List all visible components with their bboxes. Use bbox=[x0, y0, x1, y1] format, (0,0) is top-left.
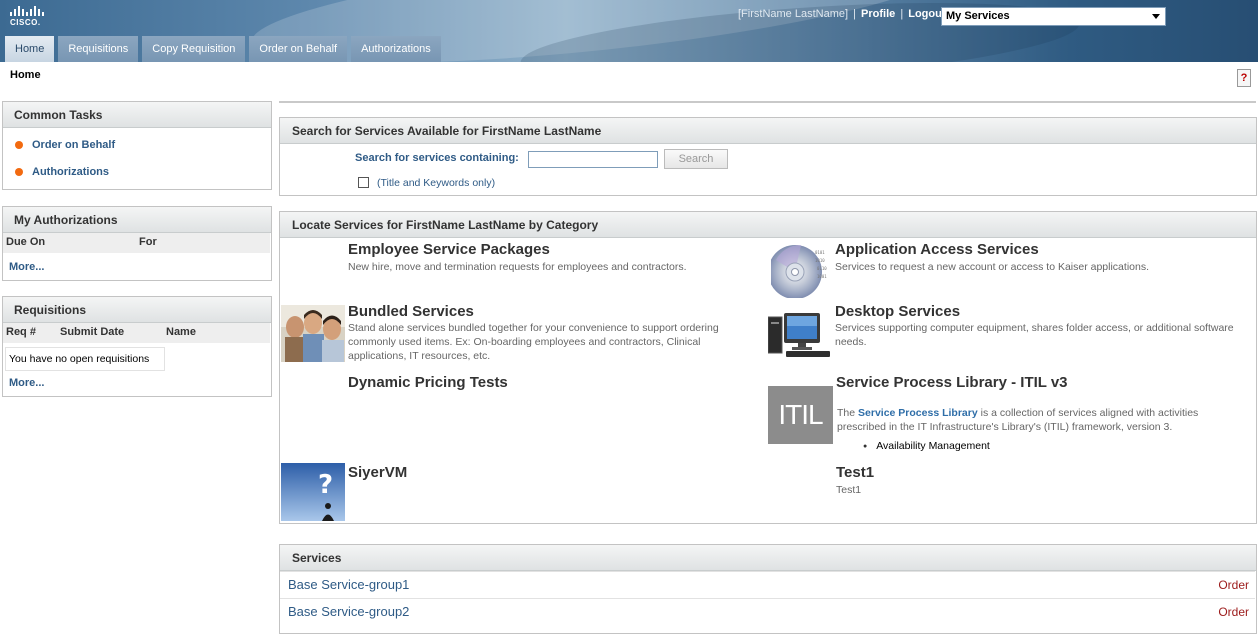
my-authorizations-title: My Authorizations bbox=[3, 207, 271, 233]
svg-text:?: ? bbox=[318, 470, 333, 500]
category-siyervm[interactable]: SiyerVM bbox=[348, 464, 407, 481]
chevron-down-icon[interactable] bbox=[1148, 9, 1164, 24]
search-input[interactable] bbox=[528, 151, 658, 168]
breadcrumb: Home bbox=[10, 69, 41, 81]
itil-icon[interactable]: ITIL bbox=[768, 386, 833, 444]
common-task-label[interactable]: Authorizations bbox=[32, 166, 109, 178]
category-description: Services supporting computer equipment, … bbox=[835, 322, 1234, 348]
separator: | bbox=[853, 8, 856, 20]
categories-panel-title: Locate Services for FirstName LastName b… bbox=[280, 212, 1256, 238]
profile-link[interactable]: Profile bbox=[861, 8, 895, 20]
category-service-process-library[interactable]: Service Process Library - ITIL v3 bbox=[836, 374, 1068, 391]
tab-authorizations[interactable]: Authorizations bbox=[351, 36, 441, 62]
question-mark-person-icon[interactable]: ? bbox=[281, 463, 345, 521]
categories-panel: Locate Services for FirstName LastName b… bbox=[279, 211, 1257, 524]
category-description: New hire, move and termination requests … bbox=[348, 261, 687, 273]
svg-text:0110: 0110 bbox=[817, 266, 827, 271]
tab-home[interactable]: Home bbox=[5, 36, 55, 62]
tab-order-on-behalf[interactable]: Order on Behalf bbox=[249, 36, 348, 62]
column-header-name: Name bbox=[166, 326, 196, 338]
column-header-submit-date: Submit Date bbox=[60, 326, 125, 338]
bullet-icon bbox=[15, 141, 23, 149]
bullet-icon bbox=[15, 168, 23, 176]
itil-icon-text: ITIL bbox=[778, 399, 823, 430]
category-description: Test1 bbox=[836, 484, 862, 496]
desktop-computer-icon[interactable] bbox=[768, 313, 834, 358]
service-name-link[interactable]: Base Service-group1 bbox=[288, 577, 409, 592]
user-bar: [FirstName LastName] | Profile | Logout bbox=[738, 8, 946, 20]
cisco-logo: CISCO. bbox=[10, 6, 46, 28]
category-employee-service-packages[interactable]: Employee Service Packages bbox=[348, 241, 550, 258]
svg-text:1010: 1010 bbox=[815, 258, 825, 263]
search-panel-title: Search for Services Available for FirstN… bbox=[280, 118, 1256, 144]
common-task-order-on-behalf[interactable]: Order on Behalf bbox=[15, 139, 115, 151]
category-description: Stand alone services bundled together fo… bbox=[348, 322, 719, 362]
app-header: CISCO. [FirstName LastName] | Profile | … bbox=[0, 0, 1258, 62]
order-link[interactable]: Order bbox=[1218, 578, 1249, 592]
separator: | bbox=[900, 8, 904, 20]
services-select[interactable]: My Services bbox=[941, 7, 1166, 26]
availability-management-item[interactable]: Availability Management bbox=[863, 440, 990, 452]
category-application-access-services[interactable]: Application Access Services bbox=[835, 241, 1039, 258]
services-select-value: My Services bbox=[946, 10, 1010, 22]
category-dynamic-pricing-tests[interactable]: Dynamic Pricing Tests bbox=[348, 374, 508, 391]
user-name: [FirstName LastName] bbox=[738, 8, 849, 20]
cisco-logo-text: CISCO. bbox=[10, 18, 41, 27]
svg-text:0101: 0101 bbox=[815, 250, 825, 255]
divider bbox=[279, 101, 1256, 103]
requisitions-title: Requisitions bbox=[3, 297, 271, 323]
title-keywords-checkbox[interactable] bbox=[358, 177, 369, 188]
search-button[interactable]: Search bbox=[664, 149, 728, 169]
column-header-req-number: Req # bbox=[6, 326, 36, 338]
cd-disc-icon[interactable]: 0101 1010 0110 1001 bbox=[771, 240, 831, 298]
category-description: Services to request a new account or acc… bbox=[835, 261, 1149, 273]
tab-copy-requisition[interactable]: Copy Requisition bbox=[142, 36, 246, 62]
desc-prefix: The bbox=[837, 407, 859, 419]
more-link[interactable]: More... bbox=[9, 377, 44, 389]
svg-text:1001: 1001 bbox=[817, 274, 827, 279]
title-keywords-label: (Title and Keywords only) bbox=[377, 177, 496, 189]
common-tasks-title: Common Tasks bbox=[3, 102, 271, 128]
services-panel-title: Services bbox=[280, 545, 1256, 571]
services-panel: Services Base Service-group1 Order Base … bbox=[279, 544, 1257, 634]
service-process-library-link[interactable]: Service Process Library bbox=[858, 407, 978, 419]
service-row: Base Service-group2 Order bbox=[280, 598, 1255, 624]
search-panel: Search for Services Available for FirstN… bbox=[279, 117, 1257, 196]
more-link[interactable]: More... bbox=[9, 261, 44, 273]
column-header-for: For bbox=[139, 236, 157, 248]
main-tabs: Home Requisitions Copy Requisition Order… bbox=[5, 36, 441, 62]
category-desktop-services[interactable]: Desktop Services bbox=[835, 303, 960, 320]
order-link[interactable]: Order bbox=[1218, 605, 1249, 619]
column-header-due-on: Due On bbox=[6, 236, 46, 248]
category-description: The Service Process Library is a collect… bbox=[837, 406, 1237, 434]
cisco-logo-bars-icon bbox=[10, 6, 46, 16]
common-task-authorizations[interactable]: Authorizations bbox=[15, 166, 109, 178]
category-bundled-services[interactable]: Bundled Services bbox=[348, 303, 474, 320]
logout-link[interactable]: Logout bbox=[908, 8, 945, 20]
category-test1[interactable]: Test1 bbox=[836, 464, 874, 481]
my-authorizations-panel: My Authorizations Due On For More... bbox=[2, 206, 272, 281]
requisitions-panel: Requisitions Req # Submit Date Name You … bbox=[2, 296, 272, 397]
tab-requisitions[interactable]: Requisitions bbox=[58, 36, 139, 62]
column-header-row bbox=[3, 323, 270, 343]
common-tasks-panel: Common Tasks Order on Behalf Authorizati… bbox=[2, 101, 272, 190]
help-button[interactable]: ? bbox=[1237, 69, 1251, 87]
empty-requisitions-message: You have no open requisitions bbox=[5, 347, 165, 371]
service-name-link[interactable]: Base Service-group2 bbox=[288, 604, 409, 619]
search-label: Search for services containing: bbox=[355, 152, 519, 164]
common-task-label[interactable]: Order on Behalf bbox=[32, 139, 115, 151]
people-photo-icon[interactable] bbox=[281, 305, 345, 362]
service-row: Base Service-group1 Order bbox=[280, 571, 1255, 597]
